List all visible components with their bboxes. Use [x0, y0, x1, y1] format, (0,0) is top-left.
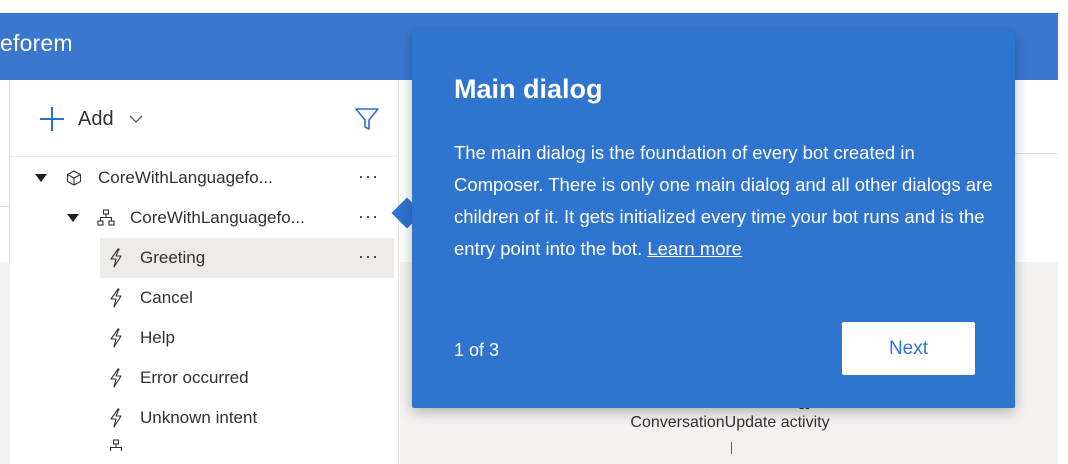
tree-item-main-dialog[interactable]: CoreWithLanguagefo... ···: [10, 198, 399, 238]
more-options-button[interactable]: ···: [358, 206, 379, 227]
add-button-label: Add: [78, 107, 114, 130]
tree-item-label: Help: [140, 328, 175, 347]
tree-item-help[interactable]: Help: [10, 318, 399, 358]
cube-icon: [64, 168, 84, 188]
project-tree-panel: Add CoreWithLanguagefo... ··· CoreWithLa…: [10, 80, 399, 464]
lightning-icon: [106, 408, 126, 428]
chevron-down-icon: [129, 115, 143, 123]
callout-step-counter: 1 of 3: [454, 340, 500, 360]
tree-item-label: Unknown intent: [140, 408, 258, 427]
callout-title: Main dialog: [454, 74, 603, 104]
tree-item-greeting[interactable]: Greeting ···: [100, 238, 394, 278]
plus-icon: [40, 107, 64, 131]
tree-item-unknown-intent[interactable]: Unknown intent: [10, 398, 399, 438]
left-strip-divider: [0, 206, 10, 207]
lightning-icon: [106, 368, 126, 388]
add-button[interactable]: Add: [40, 104, 144, 134]
sitemap-icon: [96, 208, 116, 228]
canvas-connector: [731, 442, 732, 454]
more-options-button[interactable]: ···: [358, 166, 379, 187]
lightning-icon: [106, 288, 126, 308]
learn-more-link[interactable]: Learn more: [647, 238, 742, 259]
tree-item-error-occurred[interactable]: Error occurred: [10, 358, 399, 398]
left-strip-shade: [0, 262, 10, 464]
teaching-callout: Main dialog The main dialog is the found…: [412, 30, 1015, 408]
lightning-icon: [106, 248, 126, 268]
callout-body: The main dialog is the foundation of eve…: [454, 137, 994, 265]
app-title: eforem: [0, 30, 73, 56]
caret-down-icon[interactable]: [34, 171, 48, 185]
canvas-node-subtitle: ConversationUpdate activity: [630, 414, 830, 431]
more-options-button[interactable]: ···: [358, 246, 379, 267]
tree-item-label: CoreWithLanguagefo...: [98, 168, 273, 187]
canvas-divider: [1010, 153, 1058, 154]
next-button[interactable]: Next: [842, 322, 975, 375]
tree-item-bot[interactable]: CoreWithLanguagefo... ···: [10, 158, 399, 198]
sitemap-icon: [106, 438, 126, 458]
tree-item-label: Greeting: [140, 248, 206, 267]
tree-item-partial[interactable]: [10, 438, 399, 458]
lightning-icon: [106, 328, 126, 348]
tree-item-label: Error occurred: [140, 368, 249, 387]
tree-item-cancel[interactable]: Cancel: [10, 278, 399, 318]
tree-toolbar: Add: [10, 80, 399, 157]
caret-down-icon[interactable]: [66, 211, 80, 225]
filter-icon[interactable]: [354, 106, 380, 132]
tree-item-label: Cancel: [140, 288, 193, 307]
tree-item-label: CoreWithLanguagefo...: [130, 208, 305, 227]
